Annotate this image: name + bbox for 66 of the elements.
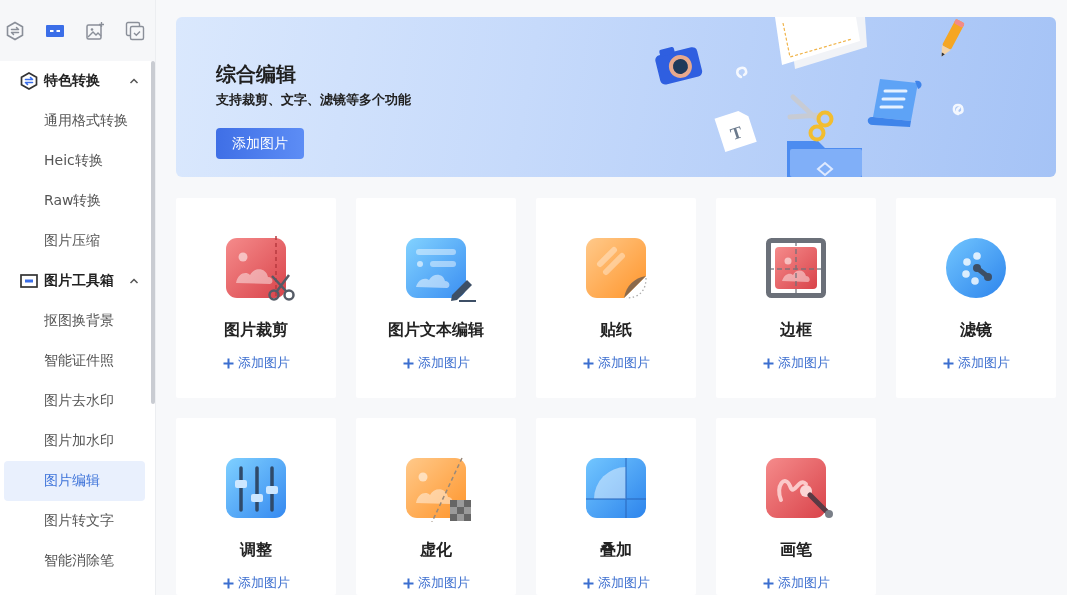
sidebar-item[interactable]: 图片去水印 bbox=[4, 381, 145, 421]
file-letter: T bbox=[728, 122, 745, 144]
add-image-link[interactable]: 添加图片 bbox=[942, 356, 1010, 370]
tool-card[interactable]: 叠加 添加图片 bbox=[536, 418, 696, 595]
plus-icon bbox=[762, 577, 774, 589]
tool-card[interactable]: 虚化 添加图片 bbox=[356, 418, 516, 595]
add-image-link[interactable]: 添加图片 bbox=[582, 356, 650, 370]
sidebar-item[interactable]: 图片加水印 bbox=[4, 421, 145, 461]
sidebar-item[interactable]: 通用格式转换 bbox=[4, 101, 145, 141]
sidebar-item[interactable]: 智能证件照 bbox=[4, 341, 145, 381]
tool-card[interactable]: 滤镜 添加图片 bbox=[896, 198, 1056, 398]
scroll-drawing bbox=[867, 79, 922, 127]
add-image-link[interactable]: 添加图片 bbox=[402, 356, 470, 370]
convert-icon bbox=[5, 20, 25, 41]
tool-title: 图片文本编辑 bbox=[388, 320, 484, 340]
add-image-link[interactable]: 添加图片 bbox=[402, 576, 470, 590]
plus-icon bbox=[222, 357, 234, 369]
tool-card[interactable]: 调整 添加图片 bbox=[176, 418, 336, 595]
image-scissors-icon bbox=[226, 236, 298, 302]
tool-title: 虚化 bbox=[420, 540, 452, 560]
add-image-link[interactable]: 添加图片 bbox=[762, 356, 830, 370]
scrollbar-thumb[interactable] bbox=[151, 61, 155, 404]
checklist-icon bbox=[125, 20, 145, 41]
tool-card[interactable]: 贴纸 添加图片 bbox=[536, 198, 696, 398]
plus-icon bbox=[582, 357, 594, 369]
swirl-drawing bbox=[952, 103, 964, 116]
plus-icon bbox=[222, 577, 234, 589]
tool-title: 调整 bbox=[240, 540, 272, 560]
sidebar-item[interactable]: 图片压缩 bbox=[4, 221, 145, 261]
swirl-drawing bbox=[736, 66, 748, 79]
toolbox-icon bbox=[20, 272, 38, 290]
tool-title: 图片裁剪 bbox=[224, 320, 288, 340]
tool-title: 叠加 bbox=[600, 540, 632, 560]
plus-icon bbox=[942, 357, 954, 369]
pencil-drawing bbox=[941, 18, 965, 57]
add-image-link[interactable]: 添加图片 bbox=[582, 576, 650, 590]
tool-card[interactable]: 画笔 添加图片 bbox=[716, 418, 876, 595]
category-header[interactable]: 特色转换 bbox=[0, 61, 151, 101]
tool-card[interactable]: 图片裁剪 添加图片 bbox=[176, 198, 336, 398]
sidebar-item[interactable]: 抠图换背景 bbox=[4, 301, 145, 341]
sidebar-item[interactable]: Raw转换 bbox=[4, 181, 145, 221]
banner-title: 综合编辑 bbox=[216, 61, 296, 87]
sidebar-item[interactable]: 图片编辑 bbox=[4, 461, 145, 501]
image-pencil-icon bbox=[406, 236, 478, 302]
add-image-link[interactable]: 添加图片 bbox=[762, 576, 830, 590]
banner-subtitle: 支持裁剪、文字、滤镜等多个功能 bbox=[216, 91, 411, 108]
add-image-link[interactable]: 添加图片 bbox=[222, 576, 290, 590]
image-icon bbox=[85, 20, 105, 41]
plus-icon bbox=[762, 357, 774, 369]
scissors-drawing bbox=[787, 94, 834, 142]
tool-title: 滤镜 bbox=[960, 320, 992, 340]
plus-icon bbox=[402, 357, 414, 369]
tool-title: 贴纸 bbox=[600, 320, 632, 340]
plus-icon bbox=[402, 577, 414, 589]
tool-card[interactable]: 图片文本编辑 添加图片 bbox=[356, 198, 516, 398]
add-image-button[interactable]: 添加图片 bbox=[216, 128, 304, 159]
category-header[interactable]: 图片工具箱 bbox=[0, 261, 151, 301]
convert-icon bbox=[20, 72, 38, 90]
sidebar-item[interactable]: Heic转换 bbox=[4, 141, 145, 181]
tool-card[interactable]: 边框 添加图片 bbox=[716, 198, 876, 398]
sidebar-item[interactable]: 图片转文字 bbox=[4, 501, 145, 541]
plus-icon bbox=[582, 577, 594, 589]
tool-title: 边框 bbox=[780, 320, 812, 340]
sidebar-item[interactable]: 智能消除笔 bbox=[4, 541, 145, 581]
tool-title: 画笔 bbox=[780, 540, 812, 560]
add-image-link[interactable]: 添加图片 bbox=[222, 356, 290, 370]
